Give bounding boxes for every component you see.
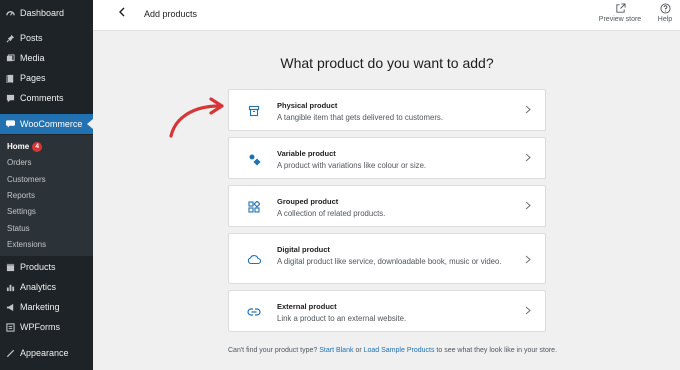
pin-icon [6, 34, 15, 43]
card-description: A digital product like service, download… [277, 257, 502, 266]
brush-icon [6, 349, 15, 358]
chevron-right-icon [525, 105, 531, 117]
sidebar-item-dashboard[interactable]: Dashboard [0, 3, 93, 23]
analytics-icon [6, 283, 15, 292]
sidebar-item-label: Marketing [20, 302, 60, 312]
sidebar-item-products[interactable]: Products [0, 257, 93, 277]
card-description: A collection of related products. [277, 209, 386, 218]
preview-store-button[interactable]: Preview store [596, 3, 644, 23]
chevron-right-icon [525, 306, 531, 318]
card-title: Digital product [277, 245, 330, 254]
card-description: A product with variations like colour or… [277, 161, 427, 170]
card-description: A tangible item that gets delivered to c… [277, 113, 443, 122]
submenu-item-label: Home [7, 142, 30, 151]
notification-badge: 4 [32, 142, 43, 152]
sidebar-item-appearance[interactable]: Appearance [0, 343, 93, 363]
sidebar-item-pages[interactable]: Pages [0, 68, 93, 88]
media-icon [6, 53, 15, 63]
submenu-item-orders[interactable]: Orders [7, 158, 31, 167]
product-type-card-physical[interactable]: Physical product A tangible item that ge… [228, 89, 546, 131]
sidebar-item-comments[interactable]: Comments [0, 88, 93, 108]
megaphone-icon [6, 303, 15, 312]
link-icon [247, 305, 261, 319]
submenu-item-status[interactable]: Status [7, 224, 30, 233]
sidebar-item-label: Pages [20, 73, 46, 83]
dashboard-icon [6, 9, 15, 18]
pages-icon [6, 74, 15, 83]
footnote-or: or [355, 347, 362, 354]
sidebar-item-label: WooCommerce [20, 119, 83, 129]
external-link-icon [615, 3, 626, 13]
top-header: Add products Preview store Help [93, 0, 680, 31]
page-title: Add products [144, 9, 198, 19]
woocommerce-submenu: Home 4 Orders Customers Reports Settings … [0, 135, 93, 256]
sidebar-item-label: Appearance [20, 348, 69, 358]
sidebar-item-label: Posts [20, 33, 43, 43]
submenu-item-reports[interactable]: Reports [7, 191, 35, 200]
submenu-item-extensions[interactable]: Extensions [7, 240, 46, 249]
sidebar-item-label: Analytics [20, 282, 57, 292]
forms-icon [6, 322, 15, 332]
footnote: Can't find your product type? Start Blan… [228, 346, 558, 356]
sidebar-item-marketing[interactable]: Marketing [0, 297, 93, 317]
help-icon [659, 3, 671, 14]
sidebar-item-label: WPForms [20, 322, 60, 332]
comment-icon [6, 94, 15, 103]
cloud-icon [247, 252, 261, 266]
card-title: Grouped product [277, 197, 339, 206]
products-icon [6, 263, 15, 272]
sidebar-item-analytics[interactable]: Analytics [0, 277, 93, 297]
sidebar-item-label: Dashboard [20, 8, 65, 18]
start-blank-link[interactable]: Start Blank [319, 347, 353, 354]
product-type-card-digital[interactable]: Digital product A digital product like s… [228, 233, 546, 284]
grid-icon [247, 200, 261, 214]
help-button[interactable]: Help [654, 3, 676, 23]
sidebar-item-posts[interactable]: Posts [0, 28, 93, 48]
chevron-right-icon [525, 255, 531, 267]
card-title: Variable product [277, 149, 336, 158]
product-type-card-external[interactable]: External product Link a product to an ex… [228, 290, 546, 332]
back-button[interactable] [118, 6, 128, 20]
preview-store-label: Preview store [598, 16, 642, 23]
sidebar-item-label: Comments [20, 93, 64, 103]
sidebar-item-label: Products [20, 262, 56, 272]
annotation-arrow-icon [169, 97, 224, 138]
sidebar-item-label: Media [20, 53, 45, 63]
sidebar-item-wpforms[interactable]: WPForms [0, 317, 93, 337]
sidebar-item-woocommerce[interactable]: WooCommerce [0, 114, 93, 134]
submenu-item-customers[interactable]: Customers [7, 175, 46, 184]
box-icon [247, 104, 261, 118]
card-title: Physical product [277, 101, 338, 110]
card-description: Link a product to an external website. [277, 314, 407, 323]
submenu-item-home[interactable]: Home 4 [7, 142, 43, 152]
footnote-prefix: Can't find your product type? [228, 347, 318, 354]
admin-sidebar: Dashboard Posts Media Pages Comments Woo… [0, 0, 93, 370]
shapes-icon [247, 152, 261, 166]
product-type-card-grouped[interactable]: Grouped product A collection of related … [228, 185, 546, 227]
sidebar-item-media[interactable]: Media [0, 48, 93, 68]
chevron-left-icon [119, 7, 125, 17]
chevron-right-icon [525, 201, 531, 213]
footnote-suffix: to see what they look like in your store… [436, 347, 558, 354]
chevron-right-icon [525, 153, 531, 165]
submenu-item-settings[interactable]: Settings [7, 207, 36, 216]
page-heading: What product do you want to add? [280, 55, 494, 71]
help-label: Help [657, 16, 673, 23]
card-title: External product [277, 302, 337, 311]
woo-icon [6, 120, 15, 129]
load-sample-products-link[interactable]: Load Sample Products [364, 347, 435, 354]
product-type-card-variable[interactable]: Variable product A product with variatio… [228, 137, 546, 179]
